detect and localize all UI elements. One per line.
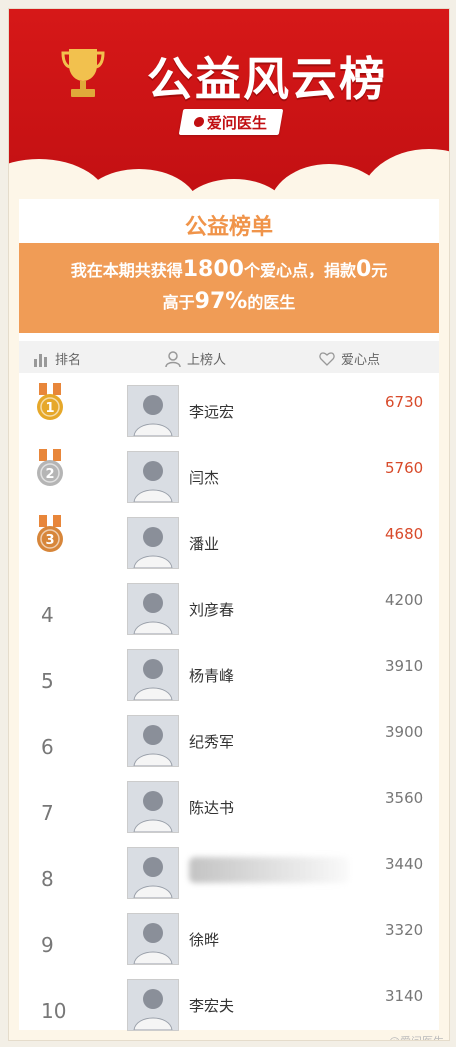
header-person-label: 上榜人 (187, 353, 227, 368)
table-header: 排名 上榜人 爱心点 (19, 341, 439, 373)
love-points: 3440 (385, 855, 424, 873)
heart-icon (319, 351, 335, 366)
rank-number: 5 (41, 669, 54, 693)
love-points: 3900 (385, 723, 424, 741)
avatar[interactable] (127, 517, 179, 569)
page-frame: 公益风云榜 爱问医生 公益榜单 我在本期共获得1800个爱心点，捐款0元 高于9… (8, 8, 450, 1041)
rank-number: 10 (41, 999, 67, 1023)
love-points: 3560 (385, 789, 424, 807)
table-row[interactable]: 3 潘业 4680 (19, 515, 439, 581)
table-row[interactable]: 5 杨青峰 3910 (19, 647, 439, 713)
summary-amount: 0 (355, 257, 372, 282)
table-row[interactable]: 10 李宏夫 3140 (19, 977, 439, 1040)
rank-number: 7 (41, 801, 54, 825)
rank-number: 9 (41, 933, 54, 957)
doctor-name[interactable]: 潘业 (189, 533, 219, 554)
header-points-label: 爱心点 (341, 353, 381, 368)
summary-line-1: 我在本期共获得1800个爱心点，捐款0元 (19, 257, 439, 282)
svg-text:2: 2 (45, 467, 54, 482)
doctor-name[interactable]: 李远宏 (189, 401, 234, 422)
rank-number: 4 (41, 603, 54, 627)
avatar[interactable] (127, 715, 179, 767)
blurred-name (189, 857, 349, 883)
brand-name: 爱问医生 (207, 113, 268, 132)
doctor-name[interactable]: 李宏夫 (189, 995, 234, 1016)
table-row[interactable]: 2 闫杰 5760 (19, 449, 439, 515)
header-rank: 排名 (33, 349, 81, 368)
watermark: @爱问医生 (389, 1033, 444, 1040)
medal-icon: 3 (37, 515, 63, 552)
summary-text: 个爱心点，捐款 (243, 261, 356, 280)
avatar[interactable] (127, 913, 179, 965)
summary-percent: 97% (194, 289, 248, 314)
avatar[interactable] (127, 583, 179, 635)
panel-title: 公益榜单 (184, 215, 273, 240)
doctor-name[interactable]: 徐晔 (189, 929, 219, 950)
header-rank-label: 排名 (55, 353, 82, 368)
avatar[interactable] (127, 649, 179, 701)
table-row[interactable]: 7 陈达书 3560 (19, 779, 439, 845)
table-row[interactable]: 4 刘彦春 4200 (19, 581, 439, 647)
love-points: 3910 (385, 657, 424, 675)
rank-number: 6 (41, 735, 54, 759)
doctor-name[interactable]: 纪秀军 (189, 731, 234, 752)
love-points: 3320 (385, 921, 424, 939)
summary-text: 高于 (162, 293, 195, 312)
avatar[interactable] (127, 451, 179, 503)
love-points: 4200 (385, 591, 424, 609)
avatar[interactable] (127, 781, 179, 833)
love-points: 4680 (385, 525, 424, 543)
table-row[interactable]: 8 3440 (19, 845, 439, 911)
svg-text:3: 3 (45, 533, 54, 548)
trophy-icon (61, 49, 105, 97)
brand-eye-icon (193, 117, 206, 127)
doctor-name[interactable]: 陈达书 (189, 797, 234, 818)
summary-text: 元 (371, 261, 388, 280)
avatar[interactable] (127, 385, 179, 437)
svg-text:1: 1 (45, 401, 54, 416)
bar-chart-icon (34, 353, 47, 367)
header-points: 爱心点 (319, 349, 380, 368)
doctor-name[interactable]: 闫杰 (189, 467, 219, 488)
table-row[interactable]: 6 纪秀军 3900 (19, 713, 439, 779)
avatar[interactable] (127, 847, 179, 899)
ranking-panel: 公益榜单 我在本期共获得1800个爱心点，捐款0元 高于97%的医生 排名 上榜… (19, 199, 439, 1031)
summary-points: 1800 (182, 257, 244, 282)
rank-number: 8 (41, 867, 54, 891)
header-person: 上榜人 (165, 349, 226, 368)
love-points: 3140 (385, 987, 424, 1005)
page-title: 公益风云榜 (147, 52, 387, 106)
medal-icon: 2 (37, 449, 63, 486)
love-points: 6730 (385, 393, 424, 411)
summary-text: 我在本期共获得 (70, 261, 183, 280)
person-icon (165, 350, 181, 367)
table-row[interactable]: 1 李远宏 6730 (19, 383, 439, 449)
summary-line-2: 高于97%的医生 (19, 289, 439, 314)
avatar[interactable] (127, 979, 179, 1031)
medal-icon: 1 (37, 383, 63, 420)
brand-logo: 爱问医生 (178, 109, 284, 135)
header-banner: 公益风云榜 爱问医生 (9, 9, 449, 209)
love-points: 5760 (385, 459, 424, 477)
doctor-name[interactable]: 杨青峰 (189, 665, 234, 686)
summary-text: 的医生 (247, 293, 296, 312)
table-row[interactable]: 9 徐晔 3320 (19, 911, 439, 977)
summary-box: 我在本期共获得1800个爱心点，捐款0元 高于97%的医生 (19, 243, 439, 333)
doctor-name[interactable]: 刘彦春 (189, 599, 234, 620)
